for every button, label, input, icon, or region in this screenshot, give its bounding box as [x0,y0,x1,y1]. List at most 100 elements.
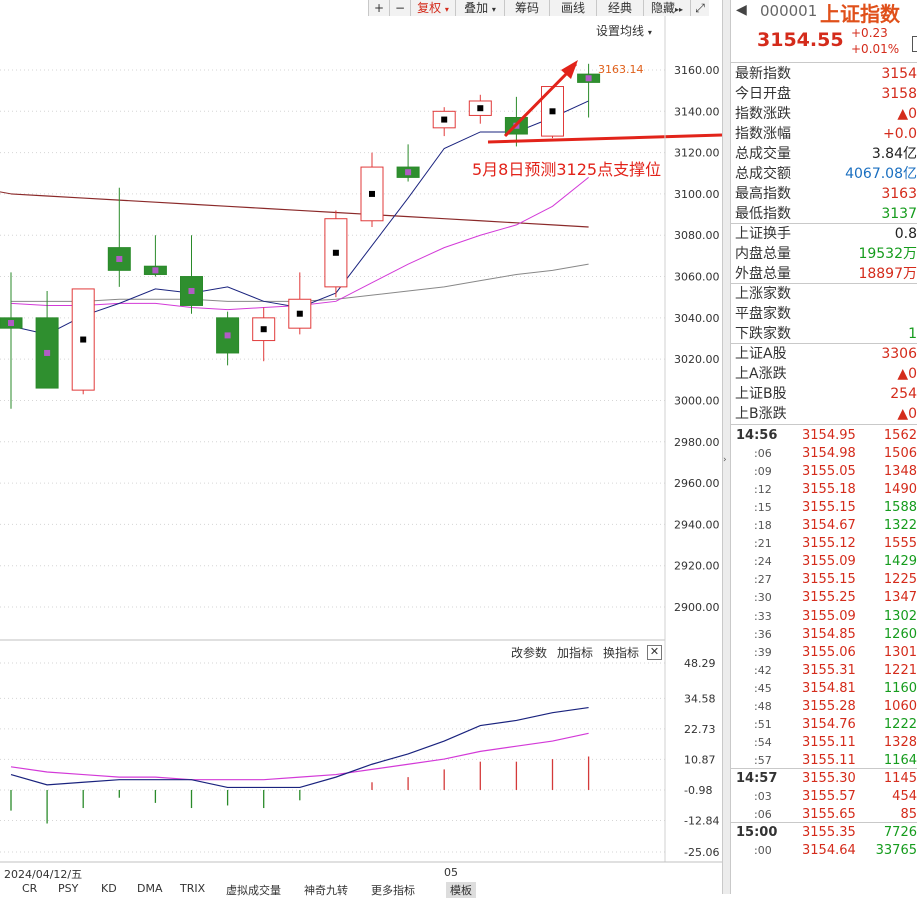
tick-row: :00 3154.64 33765 [730,841,917,861]
zoom-out-button[interactable]: − [389,0,410,16]
tab-dma[interactable]: DMA [137,882,163,895]
price-tick-label: 3080.00 [674,229,720,242]
tab-cr[interactable]: CR [22,882,37,895]
candle-marker [80,336,87,343]
price-tick-label: 2980.00 [674,436,720,449]
jingdian-button[interactable]: 经典 [596,0,643,16]
fuquan-dropdown[interactable]: 复权 ▾ [410,0,455,16]
price-tick-label: 3140.00 [674,105,720,118]
quote-label: 总成交量 [735,146,791,162]
tick-price: 3155.25 [802,590,856,606]
quote-row: 平盘家数 [735,304,917,324]
tick-price: 3155.05 [802,464,856,480]
quote-row: 上证换手 0.8 [735,224,917,244]
tick-time: :03 [754,790,772,803]
diejia-dropdown[interactable]: 叠加 ▾ [455,0,504,16]
price-tick-label: 3060.00 [674,271,720,284]
prev-arrow-icon[interactable]: ◀ [736,2,747,18]
menu-icon[interactable] [912,36,917,52]
kline-chart-area[interactable]: 3160.00 3140.00 3120.00 3100.00 3080.00 3060.… [0,0,722,898]
tick-row: :42 3155.31 1221 [730,661,917,681]
price-tick-label: 3120.00 [674,147,720,160]
tab-psy[interactable]: PSY [58,882,78,895]
expand-icon[interactable]: ⤢ [690,0,709,16]
tick-time: 14:57 [736,770,778,786]
candle[interactable] [216,311,240,366]
tick-time: 15:00 [736,825,778,841]
tick-time: :18 [754,519,772,533]
tab-more-indicators[interactable]: 更多指标 [371,882,415,898]
quote-value: 3154 [881,66,917,82]
yincang-button[interactable]: 隐藏▸▸ [643,0,690,16]
quote-label: 上证换手 [735,226,791,242]
indicator-toolbar: 改参数 加指标 换指标 [511,644,639,661]
divider [731,822,917,824]
tick-time: :30 [754,591,772,605]
quote-row: 最高指数 3163 [735,184,917,204]
collapse-arrow-icon[interactable]: › [723,455,727,465]
stock-code: 000001 [760,2,818,20]
change-percent: +0.01% [851,42,900,56]
divider [731,424,917,425]
chouma-button[interactable]: 筹码 [504,0,549,16]
change-params-button[interactable]: 改参数 [511,644,547,661]
add-indicator-button[interactable]: 加指标 [557,644,593,661]
ma-setting-dropdown[interactable]: 设置均线 ▾ [596,22,652,39]
candle[interactable] [180,235,203,314]
candle[interactable] [360,152,384,227]
tick-price: 3155.31 [802,662,856,678]
tick-price: 3154.85 [802,626,856,642]
huaxian-button[interactable]: 画线 [549,0,596,16]
candle[interactable] [143,235,167,277]
kline-svg[interactable]: 3160.00 3140.00 3120.00 3100.00 3080.00 3060.… [0,0,722,894]
candle[interactable] [468,94,492,124]
candle[interactable] [504,96,528,147]
divider [731,223,917,224]
candle[interactable] [71,288,95,395]
candle[interactable] [252,307,276,362]
close-indicator-icon[interactable]: ✕ [647,645,662,660]
quote-value: 0.8 [894,226,917,242]
tab-kd[interactable]: KD [101,882,117,895]
tick-price: 3155.57 [802,789,856,804]
quote-row: 内盘总量 19532万 [735,244,917,264]
current-price: 3154.55 [757,29,844,51]
zoom-in-button[interactable]: + [368,0,389,16]
candle[interactable] [577,63,601,118]
divider [731,767,917,769]
ma-long-line-ext [0,191,12,195]
fuquan-label: 复权 [417,1,442,15]
tick-volume: 1506 [883,446,917,462]
price-tick-label: 3160.00 [674,64,720,77]
quote-value: 3158 [881,86,917,102]
candle-marker [477,105,484,112]
candle[interactable] [432,107,456,137]
tick-price: 3154.81 [802,680,856,696]
candle[interactable] [107,187,131,287]
tick-volume: 1060 [883,698,917,714]
quote-value: 254 [890,386,917,402]
candle-marker [152,267,159,274]
tick-time: :54 [754,735,772,749]
candle[interactable] [288,272,312,335]
tick-price: 3155.18 [802,482,856,498]
indicator-tick-label: 48.29 [684,657,716,670]
candle-marker [188,287,195,294]
tab-virtual-volume[interactable]: 虚拟成交量 [226,882,281,898]
candle[interactable] [324,210,348,298]
candle[interactable] [396,144,420,182]
caret-down-icon: ▾ [647,28,652,37]
tab-nine-turns[interactable]: 神奇九转 [304,882,348,898]
tick-row: :39 3155.06 1301 [730,643,917,663]
quote-row: 最新指数 3154 [735,64,917,84]
candle[interactable] [0,272,23,409]
tick-row: :36 3154.85 1260 [730,625,917,645]
tick-price: 3155.09 [802,554,856,570]
switch-indicator-button[interactable]: 换指标 [603,644,639,661]
tab-template[interactable]: 模板 [446,882,476,898]
tab-trix[interactable]: TRIX [180,882,205,895]
quote-label: 外盘总量 [735,266,791,282]
price-tick-label: 2940.00 [674,518,720,531]
tick-volume: 1555 [883,536,917,552]
tick-row: 15:00 3155.35 7726 [730,823,917,843]
